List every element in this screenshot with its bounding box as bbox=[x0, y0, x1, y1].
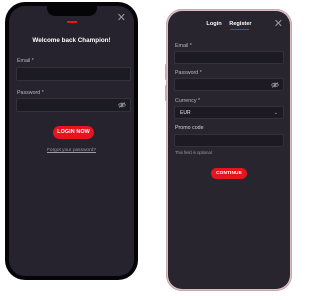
active-tab-indicator bbox=[230, 29, 249, 30]
email-label: Email * bbox=[17, 58, 34, 64]
promo-code-field[interactable] bbox=[174, 134, 284, 147]
login-button[interactable]: LOGIN NOW bbox=[53, 126, 94, 139]
forgot-password-link[interactable]: Forgot your password? bbox=[9, 148, 134, 153]
email-field[interactable] bbox=[174, 51, 284, 64]
chevron-down-icon: ⌄ bbox=[273, 109, 278, 116]
password-label: Password * bbox=[175, 70, 202, 76]
auth-tabs: Login Register bbox=[168, 21, 290, 27]
currency-value: EUR bbox=[180, 109, 191, 116]
phone-register: ✕ Login Register Email * Password * Curr… bbox=[165, 9, 292, 291]
eye-off-icon[interactable] bbox=[271, 81, 279, 88]
password-label: Password * bbox=[17, 90, 44, 96]
email-label: Email * bbox=[175, 43, 192, 49]
continue-button[interactable]: CONTINUE bbox=[211, 168, 247, 179]
register-screen: ✕ Login Register Email * Password * Curr… bbox=[168, 11, 290, 289]
close-icon[interactable]: ✕ bbox=[117, 13, 126, 24]
volume-button bbox=[165, 64, 167, 80]
volume-button bbox=[165, 85, 167, 101]
eye-off-icon[interactable] bbox=[118, 102, 126, 108]
tab-login[interactable]: Login bbox=[206, 21, 221, 27]
phone-login: ✕ Welcome back Champion! Email * Passwor… bbox=[5, 2, 138, 280]
welcome-title: Welcome back Champion! bbox=[32, 37, 111, 44]
promo-label: Promo code bbox=[175, 125, 204, 131]
password-field[interactable] bbox=[16, 98, 131, 112]
accent-dash bbox=[66, 21, 77, 23]
currency-label: Currency * bbox=[175, 98, 201, 104]
currency-select[interactable]: EUR ⌄ bbox=[174, 106, 284, 119]
login-screen: ✕ Welcome back Champion! Email * Passwor… bbox=[9, 6, 134, 276]
tab-register[interactable]: Register bbox=[229, 21, 251, 27]
email-field[interactable] bbox=[16, 67, 131, 81]
promo-optional-note: This field is optional bbox=[175, 150, 212, 155]
password-field[interactable] bbox=[174, 78, 284, 91]
phone-notch bbox=[46, 6, 97, 16]
